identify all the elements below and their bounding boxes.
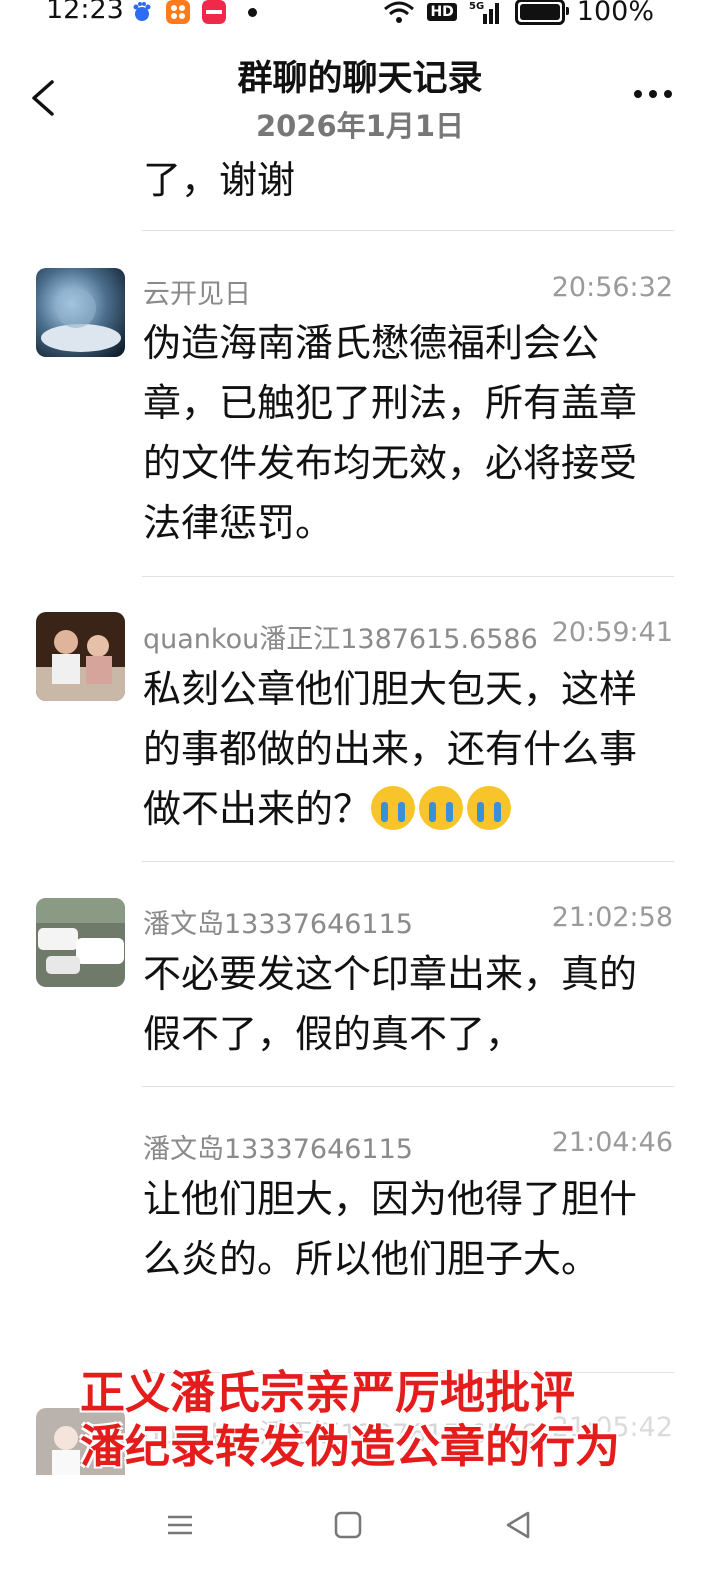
- more-dot-icon: [649, 90, 657, 98]
- overlay-caption: 正义潘氏宗亲严厉地批评 潘纪录转发伪造公章的行为: [80, 1366, 700, 1474]
- message-text: 伪造海南潘氏懋德福利会公章，已触犯了刑法，所有盖章的文件发布均无效，必将接受法律…: [143, 321, 638, 545]
- orange-app-icon: [166, 0, 190, 24]
- sender-name: 潘文岛13337646115: [143, 1134, 413, 1165]
- svg-text:5G: 5G: [469, 1, 484, 12]
- red-app-icon: [202, 0, 226, 24]
- back-icon[interactable]: [498, 1505, 538, 1545]
- signal-icon: 5G: [469, 1, 499, 24]
- sender-name: 云开见日: [143, 279, 251, 310]
- divider: [142, 1086, 674, 1087]
- crying-emoji-icon: [371, 786, 416, 830]
- battery-percent: 100%: [576, 0, 654, 27]
- system-nav-bar: [0, 1475, 720, 1589]
- status-time: 12:23: [46, 0, 124, 25]
- message-text: 不必要发这个印章出来，真的假不了，假的真不了，: [143, 952, 638, 1056]
- more-notifications-dot: [248, 7, 257, 17]
- notification-icons: [130, 0, 257, 24]
- message-text: 让他们胆大，因为他得了胆什么炎的。所以他们胆子大。: [143, 1177, 638, 1281]
- caption-line-2: 潘纪录转发伪造公章的行为: [80, 1420, 621, 1473]
- sender-name: quankou潘正江1387615.6586: [143, 624, 538, 655]
- baidu-app-icon: [133, 2, 151, 21]
- avatar[interactable]: [36, 612, 125, 701]
- message-text: 私刻公章他们胆大包天，这样的事都做的出来，还有什么事做不出来的？: [143, 659, 653, 839]
- page-title: 群聊的聊天记录: [237, 59, 483, 99]
- avatar[interactable]: [36, 268, 125, 357]
- message-time: 20:59:41: [551, 617, 673, 648]
- message-time: 21:04:46: [551, 1127, 673, 1158]
- message-time: 20:56:32: [551, 272, 673, 303]
- menu-icon[interactable]: [160, 1505, 200, 1545]
- chat-header: 群聊的聊天记录 2026年1月1日: [0, 40, 720, 150]
- divider: [142, 230, 674, 231]
- hd-badge: HD: [427, 2, 457, 21]
- battery-icon: [514, 0, 569, 25]
- avatar[interactable]: [36, 898, 125, 987]
- more-options-button[interactable]: [634, 90, 672, 98]
- more-dot-icon: [634, 90, 642, 98]
- wifi-icon: [384, 1, 415, 23]
- crying-emoji-icon: [467, 786, 512, 830]
- caption-line-1: 正义潘氏宗亲严厉地批评: [80, 1366, 576, 1419]
- message-time: 21:02:58: [551, 902, 673, 933]
- battery-level: [519, 3, 560, 20]
- home-icon[interactable]: [328, 1505, 368, 1545]
- sender-name: 潘文岛13337646115: [143, 909, 413, 940]
- chat-date: 2026年1月1日: [255, 109, 465, 143]
- crying-emoji-icon: [419, 786, 464, 830]
- message-text: 了，谢谢: [143, 158, 296, 202]
- divider: [142, 576, 674, 577]
- status-indicators: HD 5G 100%: [383, 0, 654, 27]
- divider: [142, 861, 674, 862]
- status-bar: 12:23 HD 5G 100%: [0, 0, 720, 32]
- more-dot-icon: [664, 90, 672, 98]
